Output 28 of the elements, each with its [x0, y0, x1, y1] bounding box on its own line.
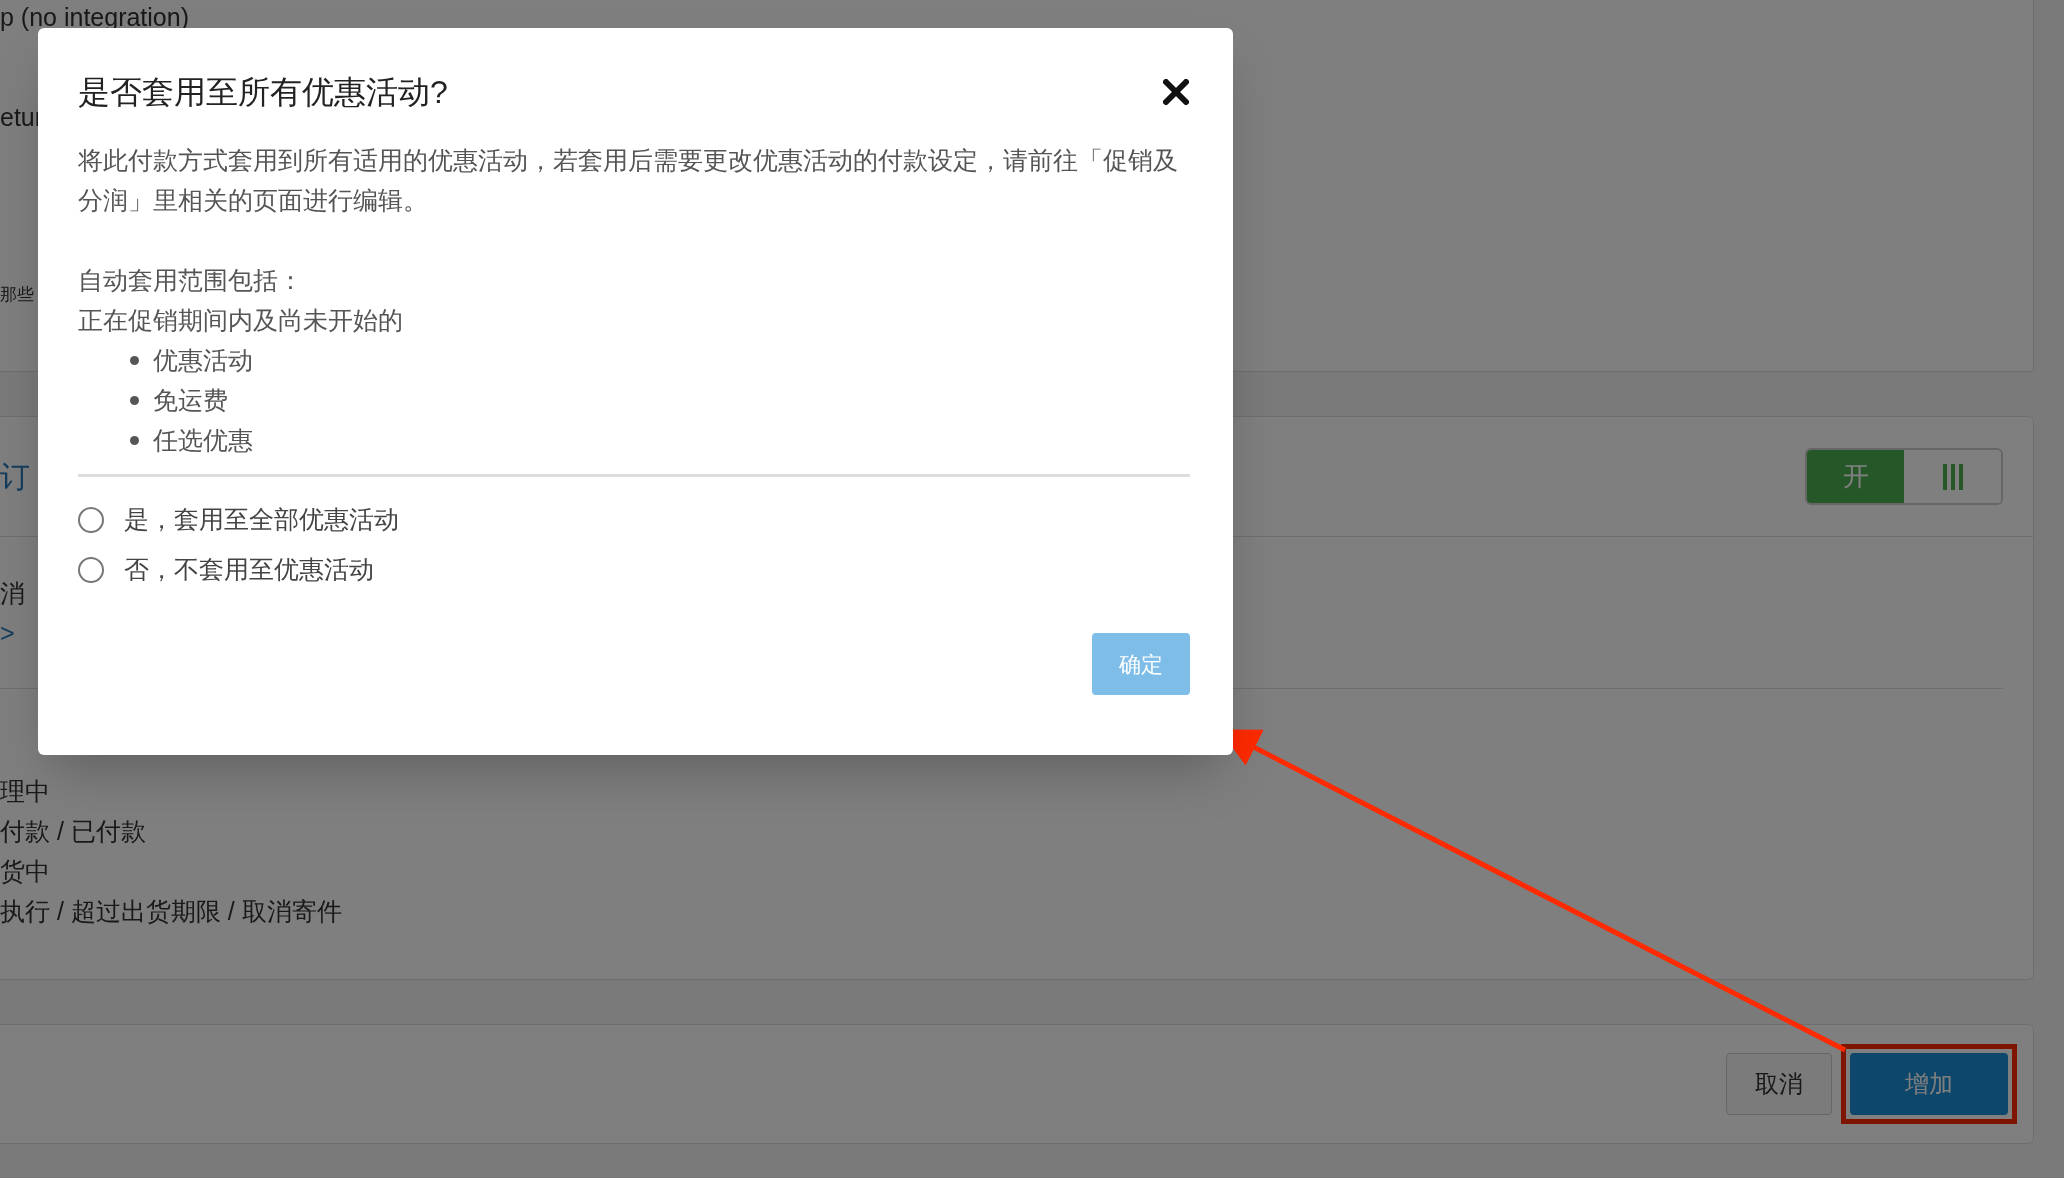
toggle-switch[interactable]: 开 [1805, 448, 2003, 505]
section-title: 订 [0, 459, 30, 495]
bullet-icon [130, 395, 139, 405]
radio-button[interactable] [78, 507, 104, 533]
bars-icon [1941, 463, 1964, 490]
add-button[interactable]: 增加 [1850, 1053, 2008, 1115]
status-text: 货中 [0, 856, 51, 887]
scope-item: 优惠活动 [153, 345, 253, 376]
radio-button[interactable] [78, 557, 104, 583]
dialog-title: 是否套用至所有优惠活动? [78, 73, 448, 112]
option-label[interactable]: 是，套用至全部优惠活动 [124, 501, 399, 539]
settings-link[interactable]: > [0, 612, 15, 653]
scope-intro: 正在促销期间内及尚未开始的 [78, 305, 404, 336]
option-text: 那些 [0, 284, 34, 306]
status-text: 付款 / 已付款 [0, 816, 147, 847]
scope-item: 免运费 [153, 385, 228, 416]
status-text: 执行 / 超过出货期限 / 取消寄件 [0, 896, 343, 927]
confirm-button[interactable]: 确定 [1092, 633, 1190, 695]
option-label[interactable]: 否，不套用至优惠活动 [124, 551, 374, 589]
setting-text: 消 [0, 577, 25, 609]
status-text: 理中 [0, 776, 51, 807]
bullet-icon [130, 435, 139, 445]
scope-heading: 自动套用范围包括： [78, 265, 304, 296]
cancel-button[interactable]: 取消 [1726, 1053, 1832, 1115]
dialog-description: 将此付款方式套用到所有适用的优惠活动，若套用后需要更改优惠活动的付款设定，请前往「促销及分润」里相关的页面进行编辑。 [78, 145, 1179, 216]
bullet-icon [130, 355, 139, 365]
option-text: p (no integration) [0, 2, 190, 33]
scope-item: 任选优惠 [153, 425, 253, 456]
